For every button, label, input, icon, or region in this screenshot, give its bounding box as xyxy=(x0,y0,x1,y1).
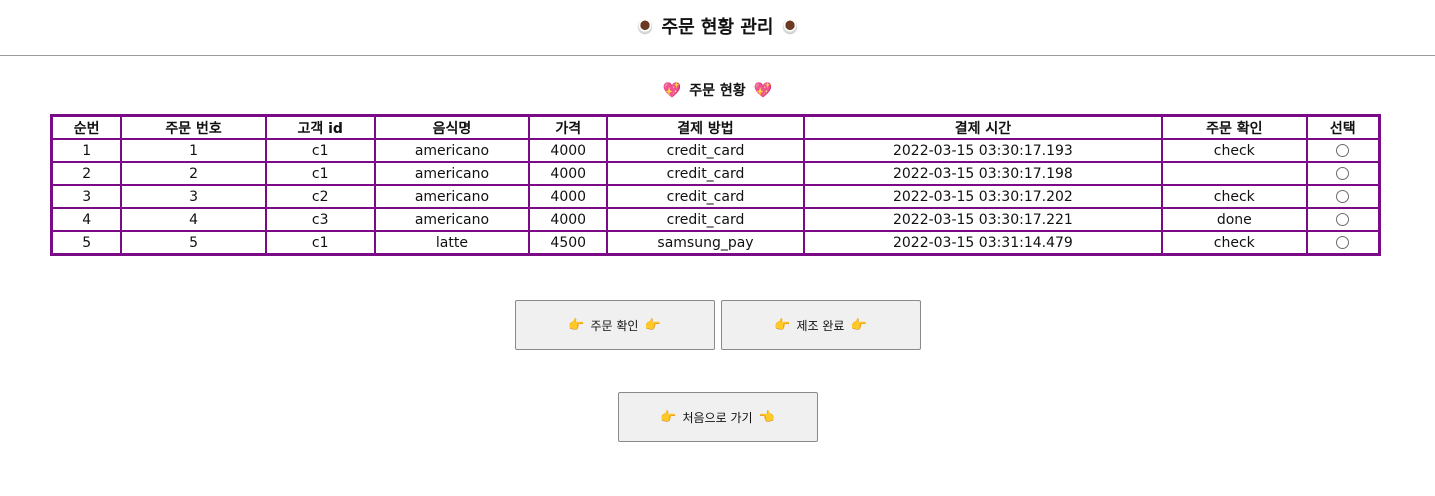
cell-food-name: americano xyxy=(373,138,531,163)
cell-order-no: 4 xyxy=(120,207,267,232)
cell-price: 4000 xyxy=(528,138,609,163)
column-header: 가격 xyxy=(528,114,609,140)
cell-payment-method: credit_card xyxy=(606,161,805,186)
cell-select xyxy=(1305,207,1381,232)
cell-order-no: 5 xyxy=(120,230,267,256)
select-radio[interactable] xyxy=(1336,236,1350,249)
column-header: 고객 id xyxy=(264,114,376,140)
table-header-row: 순번 주문 번호 고객 id 음식명 가격 결제 방법 결제 시간 주문 확인 … xyxy=(50,114,1381,140)
section-heading: 💖 주문 현황 💖 xyxy=(0,80,1435,100)
column-header: 주문 번호 xyxy=(120,114,267,140)
cell-customer-id: c1 xyxy=(264,161,376,186)
home-button-row: 👉 처음으로 가기 👈 xyxy=(0,392,1435,442)
confirm-order-button[interactable]: 👉 주문 확인 👉 xyxy=(514,300,715,350)
column-header: 주문 확인 xyxy=(1160,114,1308,140)
cell-payment-time: 2022-03-15 03:30:17.193 xyxy=(802,138,1163,163)
column-header: 음식명 xyxy=(373,114,531,140)
column-header: 선택 xyxy=(1305,114,1381,140)
cell-payment-time: 2022-03-15 03:31:14.479 xyxy=(802,230,1163,256)
select-radio[interactable] xyxy=(1336,213,1350,226)
cell-food-name: latte xyxy=(373,230,531,256)
cell-food-name: americano xyxy=(373,184,531,209)
cell-payment-time: 2022-03-15 03:30:17.221 xyxy=(802,207,1163,232)
orders-table: 순번 주문 번호 고객 id 음식명 가격 결제 방법 결제 시간 주문 확인 … xyxy=(50,114,1381,256)
cell-select xyxy=(1305,184,1381,209)
cell-order-status xyxy=(1160,161,1308,186)
cell-order-no: 2 xyxy=(120,161,267,186)
pointing-hand-icon: 👉 xyxy=(644,317,661,333)
cell-customer-id: c1 xyxy=(264,138,376,163)
cell-seq: 1 xyxy=(50,138,123,163)
table-row: 3 3 c2 americano 4000 credit_card 2022-0… xyxy=(50,184,1381,209)
pointing-right-icon: 👉 xyxy=(660,409,677,425)
cell-order-status: check xyxy=(1160,230,1308,256)
pointing-hand-icon: 👉 xyxy=(568,317,585,333)
column-header: 순번 xyxy=(50,114,123,140)
select-radio[interactable] xyxy=(1336,190,1350,203)
cell-payment-method: credit_card xyxy=(606,138,805,163)
complete-order-label: 제조 완료 xyxy=(796,318,845,333)
cell-payment-method: credit_card xyxy=(606,207,805,232)
cell-order-status: check xyxy=(1160,184,1308,209)
header-divider xyxy=(0,55,1435,56)
cell-price: 4000 xyxy=(528,184,609,209)
coffee-icon xyxy=(783,19,798,33)
cell-order-no: 1 xyxy=(120,138,267,163)
go-home-label: 처음으로 가기 xyxy=(682,410,753,425)
cell-seq: 5 xyxy=(50,230,123,256)
cell-customer-id: c2 xyxy=(264,184,376,209)
cell-price: 4000 xyxy=(528,207,609,232)
cell-payment-method: credit_card xyxy=(606,184,805,209)
complete-order-button[interactable]: 👉 제조 완료 👉 xyxy=(720,300,921,350)
cell-payment-method: samsung_pay xyxy=(606,230,805,256)
cell-seq: 3 xyxy=(50,184,123,209)
cell-select xyxy=(1305,161,1381,186)
cell-customer-id: c1 xyxy=(264,230,376,256)
pointing-hand-icon: 👉 xyxy=(850,317,867,333)
cell-food-name: americano xyxy=(373,161,531,186)
cell-price: 4500 xyxy=(528,230,609,256)
go-home-button[interactable]: 👉 처음으로 가기 👈 xyxy=(617,392,818,442)
cell-food-name: americano xyxy=(373,207,531,232)
heart-icon: 💖 xyxy=(662,80,682,99)
cell-select xyxy=(1305,230,1381,256)
cell-order-status: done xyxy=(1160,207,1308,232)
action-buttons: 👉 주문 확인 👉 👉 제조 완료 👉 xyxy=(0,300,1435,350)
table-row: 4 4 c3 americano 4000 credit_card 2022-0… xyxy=(50,207,1381,232)
heart-icon: 💖 xyxy=(753,80,773,99)
pointing-left-icon: 👈 xyxy=(758,409,775,425)
cell-seq: 4 xyxy=(50,207,123,232)
orders-table-container: 순번 주문 번호 고객 id 음식명 가격 결제 방법 결제 시간 주문 확인 … xyxy=(50,114,1381,256)
cell-seq: 2 xyxy=(50,161,123,186)
cell-payment-time: 2022-03-15 03:30:17.202 xyxy=(802,184,1163,209)
page-title: 주문 현황 관리 xyxy=(661,17,774,38)
page-header: 주문 현황 관리 xyxy=(0,0,1435,52)
confirm-order-label: 주문 확인 xyxy=(590,318,639,333)
cell-price: 4000 xyxy=(528,161,609,186)
cell-payment-time: 2022-03-15 03:30:17.198 xyxy=(802,161,1163,186)
select-radio[interactable] xyxy=(1336,167,1350,180)
table-row: 1 1 c1 americano 4000 credit_card 2022-0… xyxy=(50,138,1381,163)
table-row: 2 2 c1 americano 4000 credit_card 2022-0… xyxy=(50,161,1381,186)
cell-order-no: 3 xyxy=(120,184,267,209)
cell-order-status: check xyxy=(1160,138,1308,163)
cell-select xyxy=(1305,138,1381,163)
pointing-hand-icon: 👉 xyxy=(774,317,791,333)
coffee-icon xyxy=(637,19,652,33)
cell-customer-id: c3 xyxy=(264,207,376,232)
column-header: 결제 시간 xyxy=(802,114,1163,140)
column-header: 결제 방법 xyxy=(606,114,805,140)
table-row: 5 5 c1 latte 4500 samsung_pay 2022-03-15… xyxy=(50,230,1381,256)
select-radio[interactable] xyxy=(1336,144,1350,157)
section-title: 주문 현황 xyxy=(689,83,746,99)
